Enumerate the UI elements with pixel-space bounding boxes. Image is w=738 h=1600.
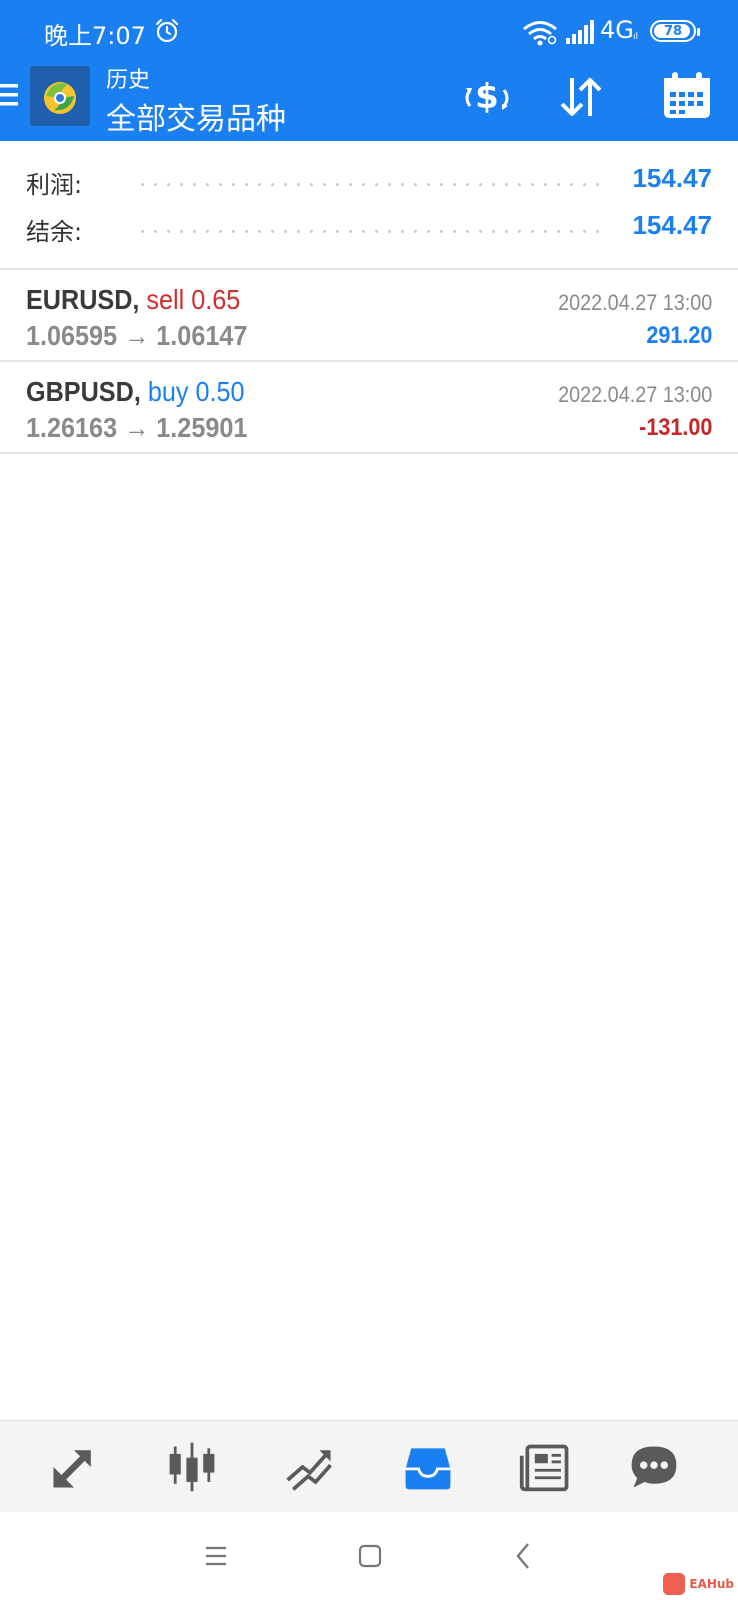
watermark-logo-icon	[663, 1573, 686, 1595]
history-icon	[405, 1448, 451, 1490]
back-icon[interactable]	[506, 1538, 542, 1574]
nav-history[interactable]	[398, 1437, 458, 1497]
dot-leader	[136, 230, 606, 233]
dot-leader	[136, 183, 606, 186]
nav-quotes[interactable]	[44, 1437, 104, 1497]
quotes-icon	[53, 1450, 91, 1488]
home-icon[interactable]	[352, 1538, 388, 1574]
balance-label: 结余:	[26, 218, 83, 246]
chart-icon	[169, 1442, 215, 1492]
network-type: 4G	[600, 16, 634, 44]
currency-exchange-icon: $	[465, 77, 509, 117]
nav-news[interactable]	[516, 1437, 576, 1497]
trade-side: buy 0.50	[147, 376, 245, 407]
top-app-bar: 晚上7:07 4G ıl 78 历史 全部交易品种 $	[0, 0, 738, 141]
battery-level: 78	[663, 23, 683, 39]
nav-chart[interactable]	[162, 1437, 222, 1497]
calendar-button[interactable]	[658, 68, 716, 126]
svg-text:$: $	[475, 77, 499, 117]
header-subtitle: 历史	[106, 68, 151, 93]
balance-value: 154.47	[632, 210, 712, 240]
balance-row: 结余: 154.47	[0, 210, 738, 248]
status-bar: 晚上7:07 4G ıl 78	[0, 0, 738, 60]
trade-profit: -131.00	[638, 414, 712, 441]
trade-row[interactable]: GBPUSD, buy 0.50 1.26163 → 1.25901 2022.…	[0, 362, 738, 454]
profit-row: 利润: 154.47	[0, 163, 738, 201]
battery-indicator: 78	[650, 20, 700, 42]
trade-symbol: GBPUSD, buy 0.50	[26, 376, 245, 407]
app-logo	[30, 66, 90, 126]
calendar-icon	[664, 72, 710, 118]
watermark: EAHub	[663, 1572, 734, 1596]
trade-profit: 291.20	[645, 322, 712, 349]
signal-icon	[566, 20, 594, 44]
exchange-button[interactable]: $	[458, 68, 516, 126]
wifi-icon	[523, 21, 557, 46]
trade-prices: 1.06595 → 1.06147	[26, 320, 248, 351]
menu-icon[interactable]	[0, 80, 20, 110]
trade-prices: 1.26163 → 1.25901	[26, 412, 248, 443]
trade-time: 2022.04.27 13:00	[557, 290, 712, 315]
trade-time: 2022.04.27 13:00	[557, 382, 712, 407]
alarm-icon	[155, 18, 179, 43]
trade-row[interactable]: EURUSD, sell 0.65 1.06595 → 1.06147 2022…	[0, 270, 738, 362]
profit-label: 利润:	[26, 171, 83, 199]
chat-icon	[631, 1446, 677, 1488]
nav-trade[interactable]	[280, 1437, 340, 1497]
summary-panel: 利润: 154.47 结余: 154.47	[0, 141, 738, 270]
system-navigation-bar: EAHub	[0, 1512, 738, 1600]
sort-icon	[560, 78, 602, 116]
recent-apps-icon[interactable]	[198, 1538, 234, 1574]
network-activity: ıl	[633, 32, 639, 42]
profit-value: 154.47	[632, 163, 712, 193]
nav-chat[interactable]	[624, 1437, 684, 1497]
status-time: 晚上7:07	[44, 22, 146, 50]
trade-icon	[286, 1450, 332, 1491]
trade-side: sell 0.65	[146, 284, 241, 315]
page-title[interactable]: 全部交易品种	[106, 94, 286, 138]
news-icon	[519, 1444, 569, 1492]
sort-button[interactable]	[552, 68, 610, 126]
watermark-text: EAHub	[689, 1577, 734, 1591]
bottom-navigation	[0, 1420, 738, 1513]
trade-symbol: EURUSD, sell 0.65	[26, 284, 241, 315]
